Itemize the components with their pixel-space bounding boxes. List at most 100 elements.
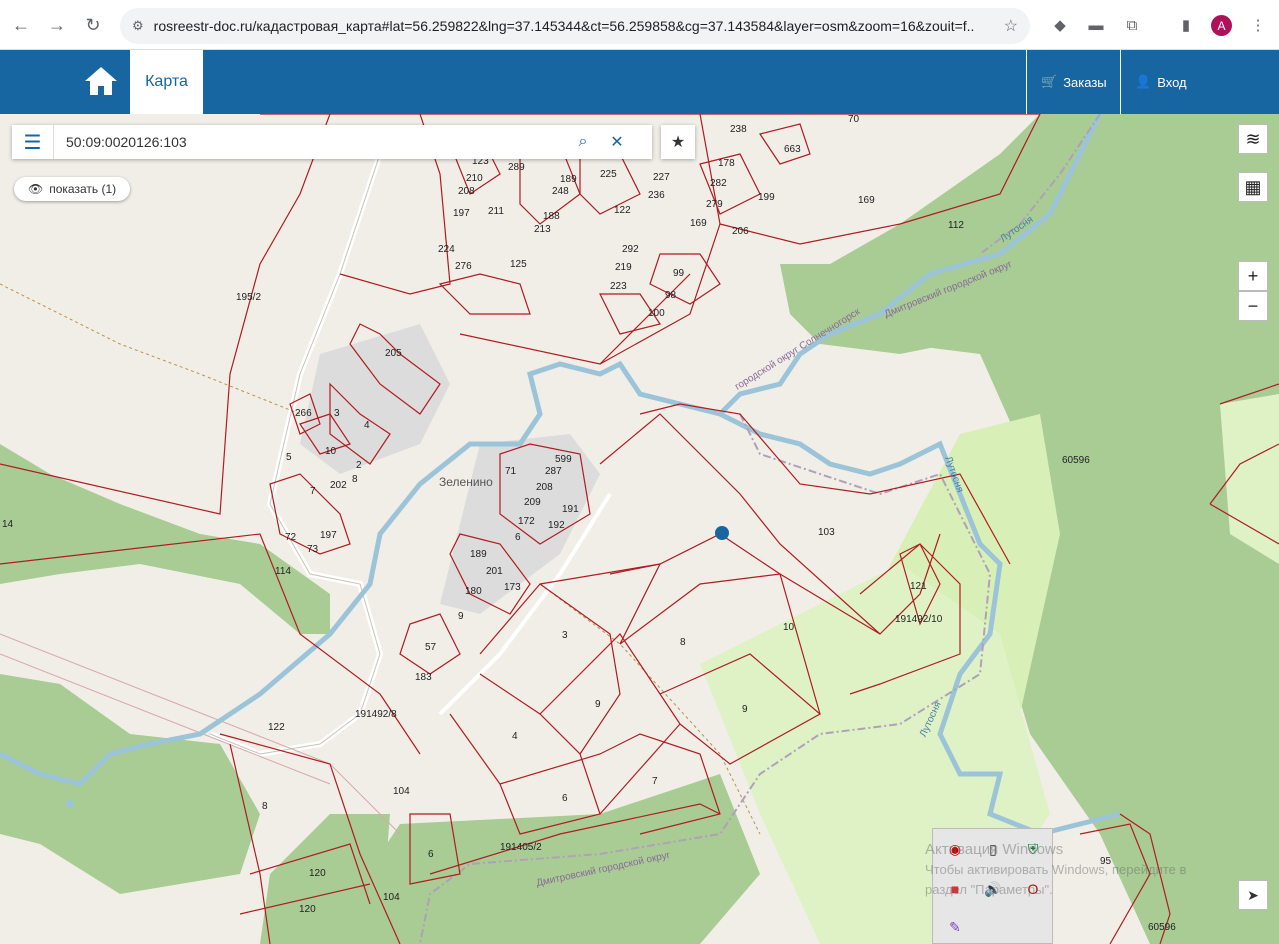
site-settings-icon[interactable]: ⚙ — [132, 18, 144, 34]
reload-icon[interactable]: ↻ — [80, 12, 106, 38]
parcel-number-label: 169 — [858, 195, 875, 206]
show-results-button[interactable]: 👁 показать (1) — [14, 177, 131, 201]
parcel-number-label: 99 — [673, 268, 685, 279]
parcel-number-label: 201 — [486, 566, 503, 577]
parcel-number-label: 104 — [383, 892, 400, 903]
parcel-number-label: 120 — [309, 868, 326, 879]
parcel-number-label: 287 — [545, 466, 562, 477]
parcel-number-label: 100 — [648, 308, 665, 319]
parcel-number-label: 248 — [552, 186, 569, 197]
parcel-number-label: 9 — [595, 699, 601, 710]
parcel-number-label: 6 — [428, 849, 434, 860]
zoom-in-button[interactable]: + — [1238, 261, 1268, 291]
parcel-number-label: 112 — [948, 220, 964, 231]
orders-label: Заказы — [1063, 74, 1107, 90]
windows-activation-watermark: Активация Windows Чтобы активировать Win… — [925, 840, 1186, 900]
place-label: Зеленино — [439, 475, 493, 489]
search-icon[interactable]: ⌕ — [566, 125, 600, 159]
parcel-number-label: 169 — [690, 218, 707, 229]
tab-map[interactable]: Карта — [130, 50, 203, 114]
parcel-number-label: 125 — [510, 259, 527, 270]
locate-icon[interactable]: ➤ — [1238, 880, 1268, 910]
login-button[interactable]: 👤 Вход — [1120, 50, 1279, 114]
parcel-number-label: 183 — [415, 672, 432, 683]
pen-icon[interactable]: ✎ — [945, 917, 965, 937]
parcel-number-label: 10 — [783, 622, 795, 633]
parcel-number-label: 104 — [393, 786, 410, 797]
parcel-number-label: 172 — [518, 516, 535, 527]
layers-icon[interactable]: ≋ — [1238, 124, 1268, 154]
parcel-number-label: 279 — [706, 199, 723, 210]
parcel-number-label: 73 — [307, 544, 319, 555]
bookmark-star-icon[interactable]: ☆ — [1004, 16, 1018, 36]
forward-icon[interactable]: → — [44, 12, 70, 38]
parcel-number-label: 4 — [364, 420, 370, 431]
parcel-number-label: 70 — [848, 114, 860, 125]
parcel-number-label: 663 — [784, 144, 801, 155]
parcel-number-label: 2 — [356, 460, 362, 471]
show-results-label: показать (1) — [49, 182, 117, 196]
home-icon[interactable] — [82, 64, 122, 100]
parcel-number-label: 72 — [285, 532, 297, 543]
parcel-number-label: 14 — [2, 519, 14, 530]
ruler-icon[interactable]: ▦ — [1238, 172, 1268, 202]
parcel-number-label: 189 — [470, 549, 487, 560]
parcel-number-label: 7 — [652, 776, 658, 787]
login-label: Вход — [1157, 74, 1187, 90]
parcel-number-label: 6 — [562, 793, 568, 804]
map-canvas — [0, 114, 1279, 944]
url-text[interactable]: rosreestr-doc.ru/кадастровая_карта#lat=5… — [154, 18, 974, 34]
parcel-number-label: 224 — [438, 244, 455, 255]
eye-icon: 👁 — [28, 182, 44, 196]
address-bar[interactable]: ⚙ rosreestr-doc.ru/кадастровая_карта#lat… — [120, 8, 1030, 44]
parcel-number-label: 213 — [534, 224, 551, 235]
favorites-star-icon[interactable]: ★ — [661, 125, 695, 159]
parcel-number-label: 9 — [458, 611, 464, 622]
parcel-number-label: 121 — [910, 581, 927, 592]
parcel-number-label: 188 — [543, 211, 560, 222]
parcel-number-label: 8 — [262, 801, 268, 812]
parcel-number-label: 10 — [325, 446, 337, 457]
menu-icon[interactable]: ☰ — [12, 125, 54, 159]
parcel-number-label: 208 — [458, 186, 475, 197]
parcel-number-label: 71 — [505, 466, 517, 477]
parcel-number-label: 227 — [653, 172, 670, 183]
search-bar: ☰ ⌕ ✕ — [12, 125, 652, 159]
parcel-number-label: 599 — [555, 454, 572, 465]
profile-avatar[interactable]: A — [1211, 15, 1232, 36]
parcel-number-label: 191405/2 — [500, 842, 542, 853]
orders-button[interactable]: 🛒 Заказы — [1026, 50, 1120, 114]
zoom-out-button[interactable]: − — [1238, 291, 1268, 321]
parcel-number-label: 191492/8 — [355, 709, 397, 720]
parcel-number-label: 206 — [732, 226, 749, 237]
cadastral-map[interactable]: Зеленино Лутосня Лутосня Лутосня Дмитров… — [0, 114, 1279, 944]
cadastral-search-input[interactable] — [66, 134, 566, 150]
parcel-number-label: 202 — [330, 480, 347, 491]
parcel-number-label: 192 — [548, 520, 565, 531]
parcel-number-label: 197 — [320, 530, 337, 541]
clear-icon[interactable]: ✕ — [600, 125, 634, 159]
parcel-number-label: 191492/10 — [895, 614, 943, 625]
parcel-number-label: 103 — [818, 527, 835, 538]
back-icon[interactable]: ← — [8, 12, 34, 38]
extension-icon[interactable]: ◆ — [1049, 14, 1071, 36]
browser-toolbar: ← → ↻ ⚙ rosreestr-doc.ru/кадастровая_кар… — [0, 0, 1279, 50]
parcel-number-label: 178 — [718, 158, 735, 169]
selected-point-marker[interactable] — [715, 526, 729, 540]
parcel-number-label: 197 — [453, 208, 470, 219]
cart-icon: 🛒 — [1041, 74, 1058, 89]
parcel-number-label: 114 — [275, 566, 291, 577]
extension-icon[interactable]: ▬ — [1085, 14, 1107, 36]
parcel-number-label: 208 — [536, 482, 553, 493]
side-panel-icon[interactable]: ▮ — [1175, 14, 1197, 36]
parcel-number-label: 120 — [299, 904, 316, 915]
parcel-number-label: 180 — [465, 586, 482, 597]
watermark-line: раздел "Параметры". — [925, 882, 1053, 897]
parcel-number-label: 195/2 — [236, 292, 262, 303]
parcel-number-label: 3 — [334, 408, 340, 419]
browser-menu-icon[interactable]: ⋮ — [1247, 14, 1269, 36]
parcel-number-label: 211 — [488, 206, 504, 217]
extensions-puzzle-icon[interactable]: ⧉ — [1121, 14, 1143, 36]
watermark-line: Чтобы активировать Windows, перейдите в — [925, 862, 1187, 877]
parcel-number-label: 209 — [524, 497, 541, 508]
